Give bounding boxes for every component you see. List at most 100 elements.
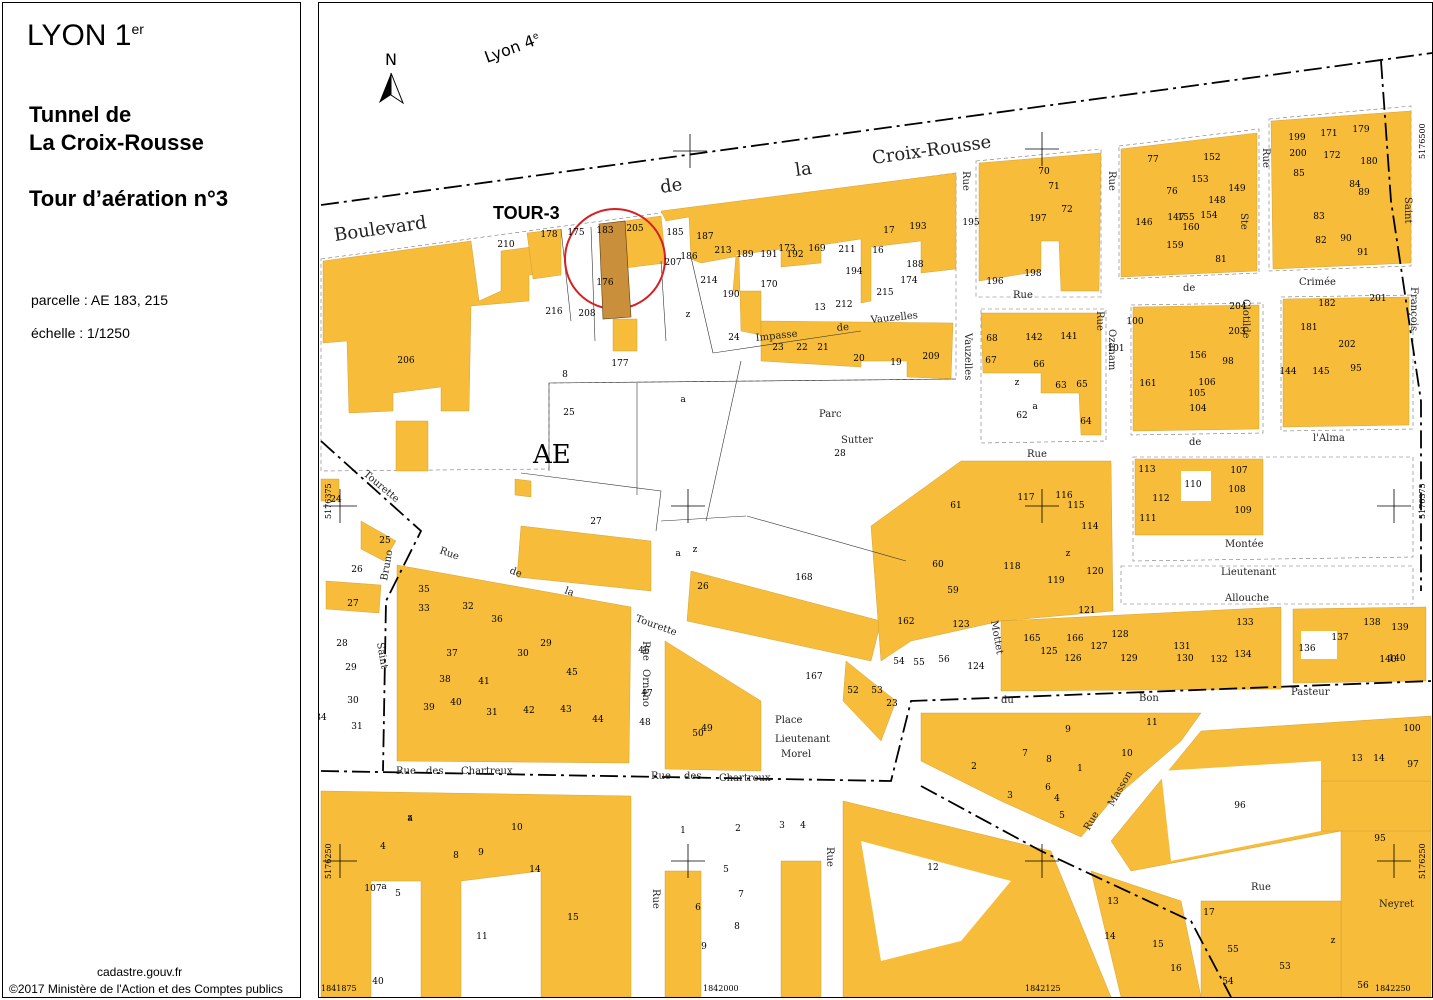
parcel-number: 13 — [1351, 754, 1363, 764]
parcel-number: 35 — [418, 585, 430, 595]
parcel-number: 139 — [1391, 623, 1408, 633]
parcel-number: 26 — [697, 582, 709, 592]
parcel-number: 20 — [853, 354, 865, 364]
parcel-number: 46 — [638, 646, 650, 656]
coordinate-label: 5176250 — [324, 843, 333, 879]
street-label-s37: Ornano — [640, 669, 651, 707]
parcel-number: 175 — [567, 228, 584, 238]
parcel-number: 31 — [486, 708, 497, 718]
parcel-number: 200 — [1289, 149, 1306, 159]
parcel-number: 203 — [1228, 327, 1245, 337]
parcel-number: 28 — [336, 639, 348, 649]
street-label-s18: Chartreux — [719, 773, 771, 784]
parcel-number: 212 — [835, 300, 852, 310]
parcel-number: 107 — [364, 884, 381, 894]
parcel-number: 16 — [872, 246, 884, 256]
parcel-number: 130 — [1176, 654, 1193, 664]
street-label-s54: Rue — [650, 889, 661, 909]
parcel-number: 81 — [1215, 255, 1226, 265]
parcel-number: 83 — [1313, 212, 1325, 222]
parcel-number: 26 — [351, 565, 363, 575]
scale-info: échelle : 1/1250 — [31, 325, 130, 341]
parcel-number: 72 — [1061, 205, 1072, 215]
parcel-number: 8 — [453, 851, 459, 861]
parcel-number: 161 — [1139, 379, 1156, 389]
parcel-number: a — [407, 814, 413, 824]
parcel-number: 89 — [1358, 188, 1370, 198]
parcel-number: 28 — [834, 449, 846, 459]
parcel-number: 193 — [909, 222, 926, 232]
parcel-number: 194 — [845, 267, 862, 277]
parcel-number: 32 — [462, 602, 473, 612]
street-label-s43: Rue — [1251, 882, 1271, 893]
parcel-number: 13 — [814, 303, 826, 313]
parcel-number: 10 — [1121, 749, 1133, 759]
parcel-number: 33 — [418, 604, 430, 614]
street-label-s52: Ste — [1238, 213, 1249, 230]
parcel-number: 112 — [1152, 494, 1169, 504]
parcel-number: 185 — [666, 228, 683, 238]
parcel-number: 128 — [1111, 630, 1128, 640]
parcel-number: 2 — [735, 824, 741, 834]
parcel-number: 8 — [734, 922, 740, 932]
parcel-number: z — [693, 545, 698, 555]
parcel-number: 195 — [962, 218, 979, 228]
parcel-number: 23 — [772, 343, 784, 353]
map-canvas: N Lyon 4e TOUR-3 AE Boulevard de la Croix-R… — [319, 31, 1432, 997]
parcel-number: 53 — [871, 686, 883, 696]
street-label-s4: Croix-Rousse — [871, 131, 993, 168]
parcel-number: 8 — [1046, 755, 1052, 765]
parcel-number: 201 — [1369, 294, 1386, 304]
parcel-number: 117 — [1017, 493, 1034, 503]
parcel-number: 68 — [986, 334, 998, 344]
parcel-number: 129 — [1120, 654, 1137, 664]
parcel-number: 31 — [351, 722, 362, 732]
street-label-s12: Tourette — [361, 469, 401, 505]
parcel-number: 107 — [1230, 466, 1247, 476]
parcel-number: 15 — [567, 913, 579, 923]
parcel-number: 95 — [1374, 834, 1386, 844]
parcel-number: 9 — [701, 942, 707, 952]
subtitle: Tour d’aération n°3 — [29, 186, 229, 211]
street-label-s29: l'Alma — [1313, 433, 1345, 444]
parcel-number: 11 — [1146, 718, 1157, 728]
parcel-number: 167 — [805, 672, 822, 682]
parcel-number: 152 — [1203, 153, 1220, 163]
parcel-number: 100 — [1126, 317, 1143, 327]
parcel-number: 162 — [897, 617, 914, 627]
parcel-number: 44 — [592, 715, 604, 725]
source-text: cadastre.gouv.fr — [97, 965, 183, 979]
street-label-s25: Rue — [1260, 148, 1271, 168]
street-label-s50: Rue — [1106, 171, 1117, 191]
parcel-number: 4 — [800, 821, 806, 831]
parcel-number: 5 — [1059, 811, 1065, 821]
street-label-s32: Allouche — [1224, 593, 1269, 604]
street-label-s2: de — [659, 174, 684, 198]
parcel-number: 16 — [1170, 964, 1182, 974]
parcel-number: 13 — [1107, 897, 1119, 907]
street-label-s30: Montée — [1225, 539, 1264, 550]
street-label-s26: Crimée — [1299, 277, 1336, 288]
street-label-s42: Sutter — [841, 435, 873, 446]
parcel-number: 24 — [728, 333, 740, 343]
parcel-number: 154 — [1200, 211, 1217, 221]
parcel-number: 213 — [714, 246, 731, 256]
parcel-number: 141 — [1060, 332, 1077, 342]
parcel-number: 38 — [439, 675, 451, 685]
coordinate-label: 5176375 — [324, 483, 333, 519]
parcel-number: 187 — [696, 232, 713, 242]
parcel-number: 48 — [639, 718, 651, 728]
parcel-number: 27 — [347, 599, 359, 609]
parcel-number: 179 — [1352, 125, 1369, 135]
parcel-number: 9 — [478, 848, 484, 858]
parcel-number: 11 — [476, 932, 487, 942]
parcel-number: 96 — [1234, 801, 1246, 811]
parcel-number: 21 — [817, 343, 828, 353]
parcel-number: 19 — [890, 358, 902, 368]
coordinate-label: 5176250 — [1418, 843, 1427, 879]
parcel-number: 199 — [1288, 133, 1305, 143]
parcel-number: 70 — [1038, 167, 1050, 177]
north-arrow: N — [379, 50, 405, 105]
cadastral-map: N Lyon 4e TOUR-3 AE Boulevard de la Croix-R… — [318, 2, 1433, 998]
parcel-number: 205 — [626, 224, 643, 234]
